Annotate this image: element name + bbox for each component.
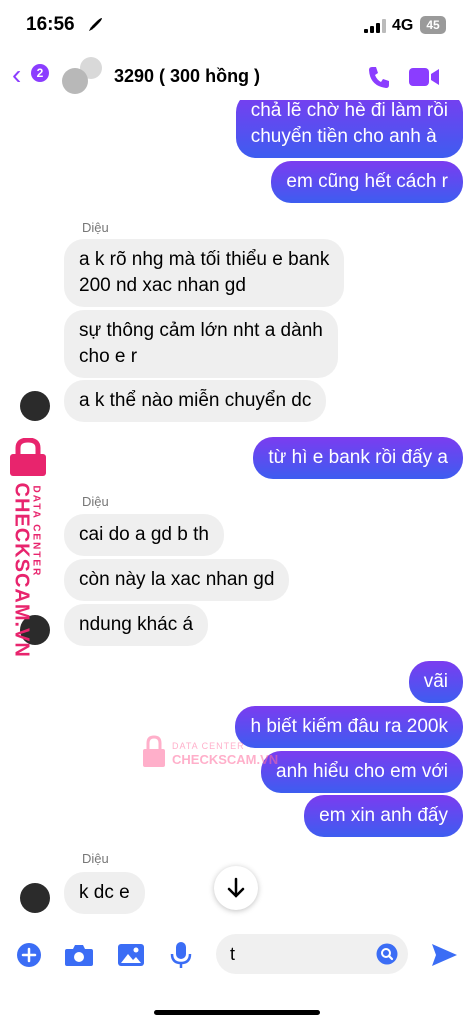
video-call-icon[interactable] — [408, 65, 440, 89]
message-outgoing[interactable]: anh hiểu cho em với — [261, 751, 463, 793]
microphone-icon[interactable] — [170, 941, 192, 969]
avatar[interactable] — [20, 391, 50, 421]
scroll-to-bottom-button[interactable] — [214, 866, 258, 910]
watermark-line2: CHECKSCAM.VN — [172, 752, 279, 767]
message-input-value: t — [230, 944, 236, 964]
watermark-line2: CHECKSCAM.VN — [10, 482, 33, 658]
plus-icon[interactable] — [16, 942, 42, 968]
message-incoming[interactable]: sự thông cảm lớn nht a dành cho e r — [64, 310, 338, 378]
watermark-line1: DATA CENTER — [172, 741, 245, 751]
message-input[interactable]: t — [216, 934, 408, 974]
watermark-line1: DATA CENTER — [30, 485, 42, 578]
message-outgoing[interactable]: em xin anh đấy — [304, 795, 463, 837]
message-incoming[interactable]: cai do a gd b th — [64, 514, 224, 556]
message-incoming[interactable]: a k rõ nhg mà tối thiểu e bank 200 nd xa… — [64, 239, 345, 307]
home-indicator[interactable] — [154, 1010, 320, 1015]
message-incoming[interactable]: ndung khác á — [64, 604, 209, 646]
watermark-vertical: CHECKSCAM.VN DATA CENTER — [4, 438, 50, 658]
arrow-down-icon — [227, 877, 245, 898]
lock-icon — [143, 735, 165, 767]
chat-header: ‹ 2 3290 ( 300 hồng ) — [0, 52, 473, 100]
sender-name: Diệu — [82, 494, 109, 509]
watermark-center: DATA CENTER CHECKSCAM.VN — [141, 735, 291, 775]
search-icon[interactable] — [376, 943, 398, 965]
camera-icon[interactable] — [64, 942, 94, 968]
lock-icon — [10, 438, 46, 476]
message-composer: t — [0, 932, 473, 992]
avatar[interactable] — [20, 883, 50, 913]
phone-icon[interactable] — [366, 64, 392, 90]
message-outgoing[interactable]: chả lẽ chờ hè đi làm rồi chuyển tiền cho… — [235, 92, 463, 158]
back-button[interactable]: ‹ — [12, 61, 21, 89]
message-outgoing[interactable]: từ hì e bank rồi đấy a — [253, 437, 463, 479]
send-icon[interactable] — [430, 942, 458, 968]
sender-name: Diệu — [82, 220, 109, 235]
gallery-icon[interactable] — [117, 942, 145, 968]
message-incoming[interactable]: còn này la xac nhan gd — [64, 559, 290, 601]
message-incoming[interactable]: a k thể nào miễn chuyển dc — [64, 380, 327, 422]
unread-badge: 2 — [31, 64, 49, 82]
message-incoming[interactable]: k dc e — [64, 872, 145, 914]
message-outgoing[interactable]: vãi — [408, 661, 463, 703]
group-avatar[interactable] — [62, 68, 88, 94]
conversation-title[interactable]: 3290 ( 300 hồng ) — [114, 66, 260, 87]
sender-name: Diệu — [82, 851, 109, 866]
message-outgoing[interactable]: em cũng hết cách r — [271, 161, 463, 203]
